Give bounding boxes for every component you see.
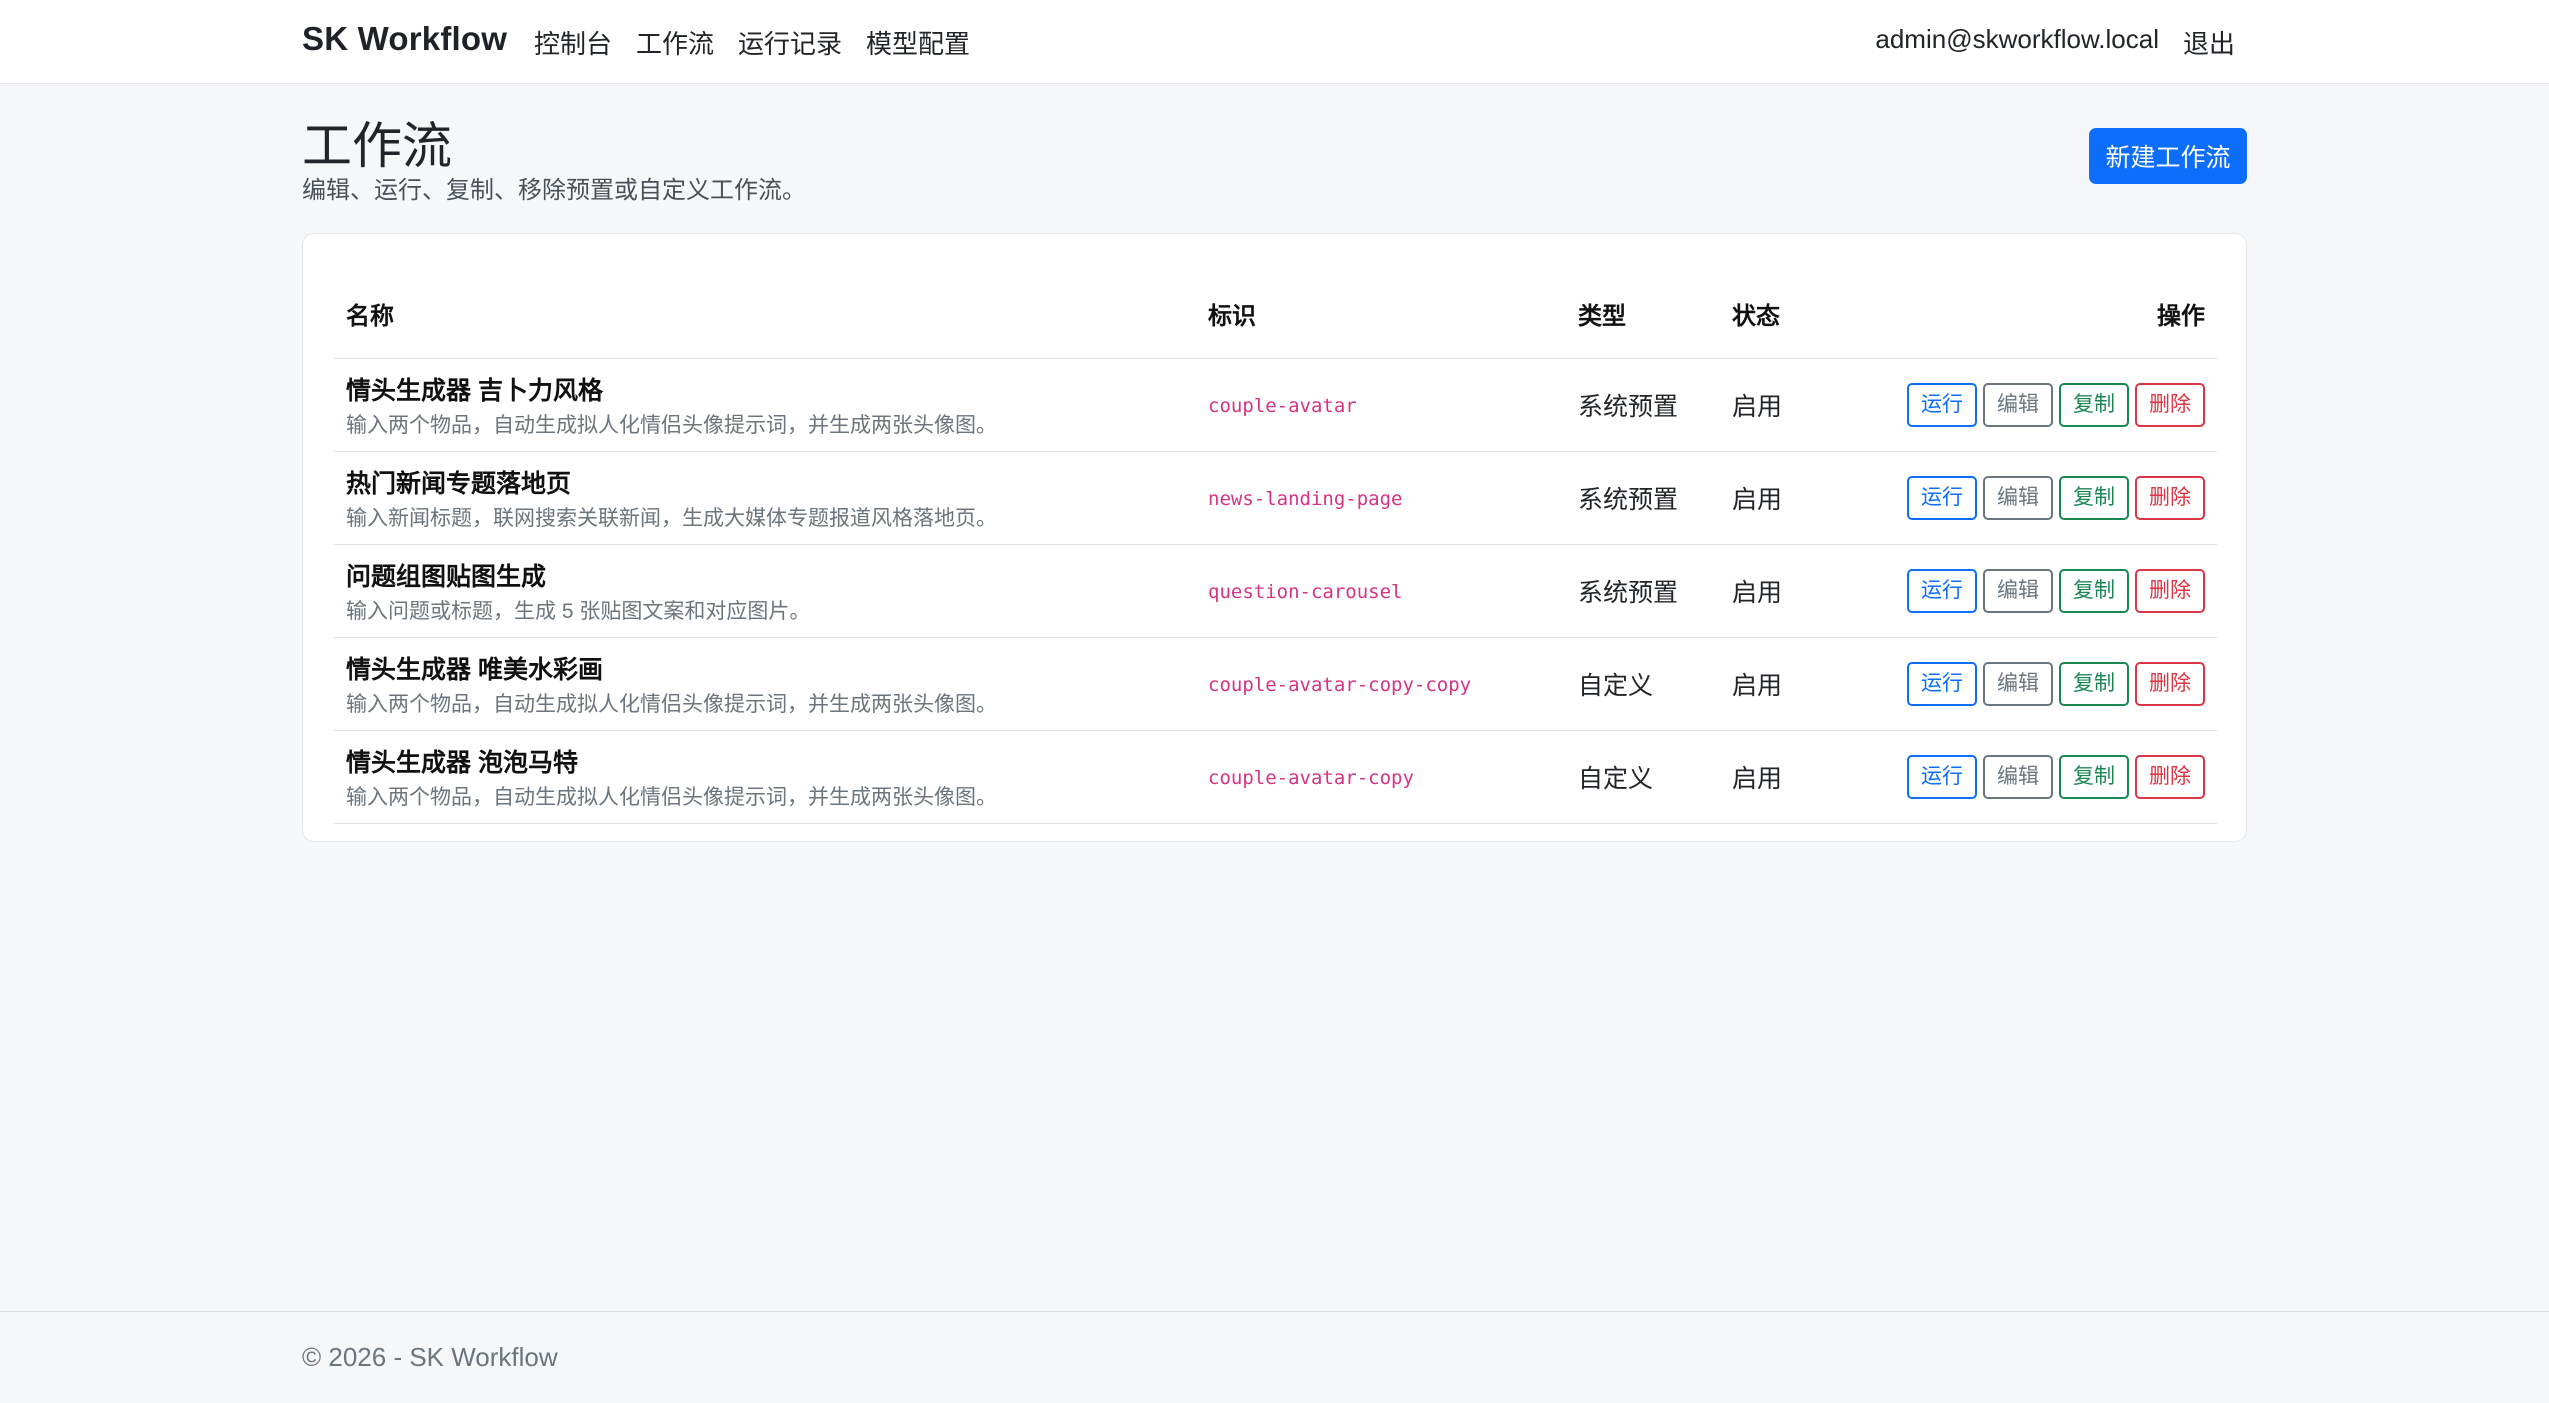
nav-runs[interactable]: 运行记录	[738, 24, 842, 61]
cell-ops: 运行 编辑 复制 删除	[1840, 451, 2217, 545]
delete-button[interactable]: 删除	[2135, 568, 2205, 613]
workflow-name: 情头生成器 吉卜力风格	[346, 376, 603, 405]
cell-key: question-carousel	[1196, 544, 1566, 638]
edit-button[interactable]: 编辑	[1983, 661, 2053, 706]
workflow-desc: 输入两个物品，自动生成拟人化情侣头像提示词，并生成两张头像图。	[346, 785, 997, 809]
edit-button[interactable]: 编辑	[1983, 754, 2053, 799]
table-row: 情头生成器 吉卜力风格 输入两个物品，自动生成拟人化情侣头像提示词，并生成两张头…	[334, 358, 2217, 452]
edit-button[interactable]: 编辑	[1983, 475, 2053, 520]
cell-type: 自定义	[1566, 730, 1720, 824]
run-button[interactable]: 运行	[1907, 475, 1977, 520]
header-status: 状态	[1720, 270, 1840, 359]
top-navbar: SK Workflow 控制台 工作流 运行记录 模型配置 admin@skwo…	[0, 0, 2549, 84]
header-name: 名称	[334, 270, 1196, 359]
delete-button[interactable]: 删除	[2135, 754, 2205, 799]
workflow-desc: 输入两个物品，自动生成拟人化情侣头像提示词，并生成两张头像图。	[346, 413, 997, 437]
cell-status: 启用	[1720, 451, 1840, 545]
cell-ops: 运行 编辑 复制 删除	[1840, 358, 2217, 452]
cell-type: 系统预置	[1566, 358, 1720, 452]
header-type: 类型	[1566, 270, 1720, 359]
run-button[interactable]: 运行	[1907, 661, 1977, 706]
page-title: 工作流	[302, 118, 452, 174]
workflow-desc: 输入问题或标题，生成 5 张贴图文案和对应图片。	[346, 599, 811, 623]
table-row: 情头生成器 泡泡马特 输入两个物品，自动生成拟人化情侣头像提示词，并生成两张头像…	[334, 730, 2217, 824]
workflow-key: couple-avatar	[1208, 395, 1357, 417]
cell-status: 启用	[1720, 730, 1840, 824]
cell-ops: 运行 编辑 复制 删除	[1840, 544, 2217, 638]
cell-name: 情头生成器 吉卜力风格 输入两个物品，自动生成拟人化情侣头像提示词，并生成两张头…	[334, 358, 1196, 452]
cell-type: 自定义	[1566, 637, 1720, 731]
cell-key: couple-avatar-copy-copy	[1196, 637, 1566, 731]
workflow-name: 问题组图贴图生成	[346, 562, 547, 591]
cell-name: 情头生成器 泡泡马特 输入两个物品，自动生成拟人化情侣头像提示词，并生成两张头像…	[334, 730, 1196, 824]
cell-key: couple-avatar-copy	[1196, 730, 1566, 824]
workflow-name: 热门新闻专题落地页	[346, 469, 572, 498]
user-area: admin@skworkflow.local 退出	[1875, 24, 2235, 61]
workflow-key: question-carousel	[1208, 581, 1403, 603]
cell-ops: 运行 编辑 复制 删除	[1840, 730, 2217, 824]
workflow-desc: 输入两个物品，自动生成拟人化情侣头像提示词，并生成两张头像图。	[346, 692, 997, 716]
copy-button[interactable]: 复制	[2059, 382, 2129, 427]
cell-name: 热门新闻专题落地页 输入新闻标题，联网搜索关联新闻，生成大媒体专题报道风格落地页…	[334, 451, 1196, 545]
nav-dashboard[interactable]: 控制台	[534, 24, 612, 61]
cell-name: 问题组图贴图生成 输入问题或标题，生成 5 张贴图文案和对应图片。	[334, 544, 1196, 638]
cell-status: 启用	[1720, 544, 1840, 638]
workflow-card: 名称 标识 类型 状态 操作 情头生成器 吉卜力风格 输入两个物品，自动生成拟人…	[302, 233, 2247, 842]
user-email: admin@skworkflow.local	[1875, 24, 2159, 54]
brand-logo[interactable]: SK Workflow	[302, 20, 507, 58]
run-button[interactable]: 运行	[1907, 382, 1977, 427]
delete-button[interactable]: 删除	[2135, 661, 2205, 706]
nav-model-config[interactable]: 模型配置	[866, 24, 970, 61]
cell-type: 系统预置	[1566, 544, 1720, 638]
page-footer: © 2026 - SK Workflow	[0, 1311, 2549, 1403]
copy-button[interactable]: 复制	[2059, 568, 2129, 613]
workflow-desc: 输入新闻标题，联网搜索关联新闻，生成大媒体专题报道风格落地页。	[346, 506, 997, 530]
workflow-key: couple-avatar-copy	[1208, 767, 1414, 789]
cell-status: 启用	[1720, 637, 1840, 731]
page-subtitle: 编辑、运行、复制、移除预置或自定义工作流。	[302, 177, 806, 204]
cell-ops: 运行 编辑 复制 删除	[1840, 637, 2217, 731]
copy-button[interactable]: 复制	[2059, 475, 2129, 520]
workflow-name: 情头生成器 泡泡马特	[346, 748, 578, 777]
workflow-name: 情头生成器 唯美水彩画	[346, 655, 603, 684]
run-button[interactable]: 运行	[1907, 754, 1977, 799]
copy-button[interactable]: 复制	[2059, 754, 2129, 799]
cell-status: 启用	[1720, 358, 1840, 452]
main-nav: 控制台 工作流 运行记录 模型配置	[534, 24, 970, 61]
edit-button[interactable]: 编辑	[1983, 382, 2053, 427]
cell-key: couple-avatar	[1196, 358, 1566, 452]
header-key: 标识	[1196, 270, 1566, 359]
table-row: 情头生成器 唯美水彩画 输入两个物品，自动生成拟人化情侣头像提示词，并生成两张头…	[334, 637, 2217, 731]
nav-workflows[interactable]: 工作流	[636, 24, 714, 61]
new-workflow-button[interactable]: 新建工作流	[2089, 128, 2247, 184]
header-ops: 操作	[1840, 270, 2217, 359]
table-header-row: 名称 标识 类型 状态 操作	[334, 270, 2217, 359]
cell-key: news-landing-page	[1196, 451, 1566, 545]
cell-name: 情头生成器 唯美水彩画 输入两个物品，自动生成拟人化情侣头像提示词，并生成两张头…	[334, 637, 1196, 731]
delete-button[interactable]: 删除	[2135, 475, 2205, 520]
run-button[interactable]: 运行	[1907, 568, 1977, 613]
cell-type: 系统预置	[1566, 451, 1720, 545]
logout-link[interactable]: 退出	[2183, 24, 2235, 61]
edit-button[interactable]: 编辑	[1983, 568, 2053, 613]
workflow-table: 名称 标识 类型 状态 操作 情头生成器 吉卜力风格 输入两个物品，自动生成拟人…	[334, 270, 2217, 824]
workflow-key: couple-avatar-copy-copy	[1208, 674, 1472, 696]
copy-button[interactable]: 复制	[2059, 661, 2129, 706]
table-row: 热门新闻专题落地页 输入新闻标题，联网搜索关联新闻，生成大媒体专题报道风格落地页…	[334, 451, 2217, 545]
workflow-key: news-landing-page	[1208, 488, 1403, 510]
delete-button[interactable]: 删除	[2135, 382, 2205, 427]
footer-copyright: © 2026 - SK Workflow	[302, 1342, 558, 1372]
table-row: 问题组图贴图生成 输入问题或标题，生成 5 张贴图文案和对应图片。 questi…	[334, 544, 2217, 638]
